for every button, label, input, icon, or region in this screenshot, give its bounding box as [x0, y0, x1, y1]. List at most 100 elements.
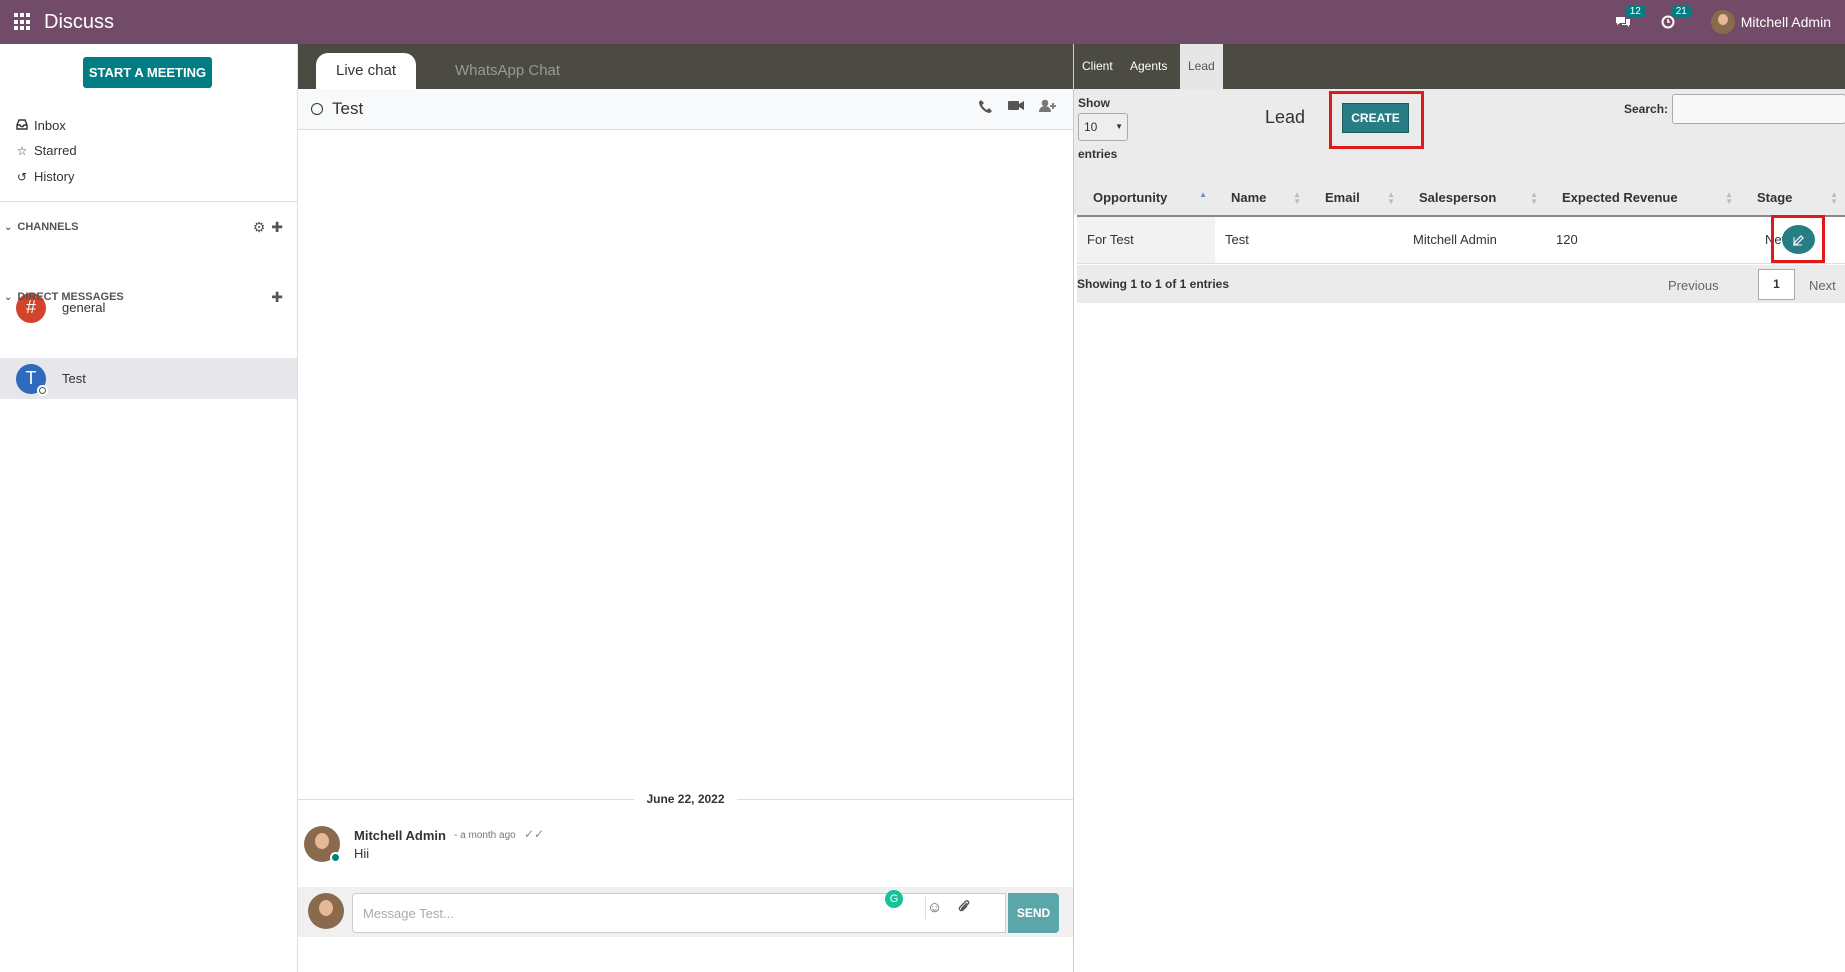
- apps-menu-icon[interactable]: [14, 13, 32, 31]
- sort-icon: ▲ ▼: [1725, 190, 1733, 206]
- column-name[interactable]: Name ▲ ▼: [1215, 179, 1309, 217]
- current-user-avatar: [308, 893, 344, 929]
- dm-label: Test: [62, 371, 86, 386]
- column-salesperson[interactable]: Salesperson ▲ ▼: [1403, 179, 1546, 217]
- message-input[interactable]: [352, 893, 1006, 933]
- message-body: Hii: [354, 846, 370, 861]
- leads-table: Opportunity ▲ Name ▲ ▼ Email ▲ ▼ Salesperson ▲…: [1077, 179, 1845, 264]
- composer-divider: [925, 897, 926, 919]
- add-user-icon[interactable]: [1039, 99, 1057, 119]
- send-button[interactable]: SEND: [1008, 893, 1059, 933]
- sort-asc-icon: ▲: [1199, 190, 1207, 199]
- cell-email: [1309, 216, 1403, 264]
- inbox-icon: [16, 118, 28, 133]
- thread-name: Test: [332, 99, 364, 118]
- channels-category[interactable]: ⌄ CHANNELS ⚙ ✚: [0, 217, 297, 237]
- activities-menu[interactable]: 21: [1661, 5, 1692, 29]
- start-meeting-button[interactable]: START A MEETING: [83, 57, 212, 88]
- search-label: Search:: [1624, 102, 1669, 116]
- create-lead-button[interactable]: CREATE: [1342, 103, 1409, 133]
- direct-messages-header: DIRECT MESSAGES: [17, 291, 124, 303]
- caret-down-icon: ▼: [1115, 122, 1123, 131]
- entries-label: entries: [1078, 147, 1118, 161]
- tab-lead[interactable]: Lead: [1180, 44, 1223, 89]
- column-opportunity[interactable]: Opportunity ▲: [1077, 179, 1215, 217]
- user-menu[interactable]: Mitchell Admin: [1710, 10, 1831, 34]
- show-label: Show: [1078, 96, 1110, 110]
- next-page-button[interactable]: Next: [1809, 278, 1836, 293]
- add-channel-icon[interactable]: ✚: [271, 219, 283, 236]
- sort-icon: ▲ ▼: [1530, 190, 1538, 206]
- phone-icon[interactable]: [978, 99, 993, 119]
- current-page-button[interactable]: 1: [1758, 269, 1795, 300]
- search-input[interactable]: [1672, 94, 1845, 124]
- tab-live-chat[interactable]: Live chat: [316, 53, 417, 89]
- previous-page-button[interactable]: Previous: [1668, 278, 1719, 293]
- emoji-icon[interactable]: ☺: [927, 899, 942, 917]
- offline-status-icon: [311, 103, 323, 115]
- message-date: - a month ago: [454, 830, 516, 841]
- history-icon: ↺: [16, 169, 28, 184]
- top-navbar: Discuss 12 21 Mitchell Admin: [0, 0, 1845, 44]
- activities-count-badge: 21: [1670, 5, 1692, 18]
- clock-icon: [1661, 15, 1675, 29]
- column-stage[interactable]: Stage ▲ ▼: [1741, 179, 1845, 217]
- video-camera-icon[interactable]: [1007, 99, 1025, 119]
- gear-icon[interactable]: ⚙: [253, 219, 266, 236]
- star-icon: ☆: [16, 143, 28, 158]
- sort-icon: ▲ ▼: [1387, 190, 1395, 206]
- panel-tabs: Client Agents Lead: [1074, 44, 1845, 89]
- chat-area: Live chat WhatsApp Chat Test June 22, 20…: [298, 44, 1073, 972]
- chevron-down-icon: ⌄: [4, 221, 13, 233]
- lead-panel: Client Agents Lead Show 10 ▼ entries Lea…: [1073, 44, 1845, 972]
- chat-tabs: Live chat WhatsApp Chat: [298, 44, 1073, 89]
- sidebar-item-history[interactable]: ↺ History: [16, 169, 74, 184]
- page-size-select[interactable]: 10 ▼: [1078, 113, 1128, 141]
- add-chat-icon[interactable]: ✚: [271, 289, 283, 306]
- message-composer: G ☺ SEND: [298, 887, 1073, 937]
- user-avatar: [1710, 10, 1735, 34]
- double-check-icon: ✓✓: [524, 827, 545, 841]
- sidebar-item-label: History: [34, 169, 75, 184]
- messages-count-badge: 12: [1624, 5, 1646, 18]
- sidebar-item-label: Starred: [34, 143, 77, 158]
- sort-icon: ▲ ▼: [1293, 190, 1301, 206]
- date-separator-label: June 22, 2022: [646, 792, 725, 806]
- cell-salesperson: Mitchell Admin: [1403, 216, 1546, 264]
- date-separator: June 22, 2022: [298, 789, 1073, 809]
- messaging-menu[interactable]: 12: [1615, 5, 1646, 29]
- table-footer: Showing 1 to 1 of 1 entries Previous 1 N…: [1077, 265, 1845, 303]
- cell-name: Test: [1215, 216, 1309, 264]
- panel-title: Lead: [1265, 107, 1306, 127]
- avatar: T: [16, 363, 48, 396]
- tab-client[interactable]: Client: [1074, 44, 1121, 89]
- sidebar-item-test[interactable]: T Test: [0, 358, 297, 399]
- edit-icon[interactable]: [1782, 225, 1815, 254]
- sort-icon: ▲ ▼: [1830, 190, 1838, 206]
- channels-header: CHANNELS: [17, 221, 79, 233]
- sidebar-item-label: Inbox: [34, 118, 66, 133]
- cell-opportunity: For Test: [1077, 216, 1215, 264]
- direct-messages-category[interactable]: ⌄ DIRECT MESSAGES ✚: [0, 287, 297, 307]
- user-name: Mitchell Admin: [1740, 14, 1831, 30]
- sidebar-item-inbox[interactable]: Inbox: [16, 118, 66, 133]
- page-size-value: 10: [1084, 120, 1098, 134]
- chat-message: Mitchell Admin - a month ago ✓✓ Hii: [304, 826, 1064, 876]
- message-author: Mitchell Admin: [354, 828, 446, 843]
- thread-header: Test: [298, 89, 1073, 130]
- discuss-sidebar: START A MEETING Inbox ☆ Starred ↺ Histor…: [0, 44, 298, 972]
- tab-whatsapp-chat[interactable]: WhatsApp Chat: [435, 53, 580, 89]
- sidebar-item-starred[interactable]: ☆ Starred: [16, 143, 77, 158]
- cell-expected-revenue: 120: [1546, 216, 1741, 264]
- column-expected-revenue[interactable]: Expected Revenue ▲ ▼: [1546, 179, 1741, 217]
- grammarly-icon[interactable]: G: [885, 890, 903, 908]
- sidebar-divider: [0, 201, 297, 202]
- table-row[interactable]: For Test Test Mitchell Admin 120 New: [1077, 216, 1845, 264]
- column-email[interactable]: Email ▲ ▼: [1309, 179, 1403, 217]
- offline-status-icon: [37, 384, 48, 396]
- chevron-down-icon: ⌄: [4, 291, 13, 303]
- tab-agents[interactable]: Agents: [1122, 44, 1175, 89]
- paperclip-icon[interactable]: [958, 899, 970, 917]
- table-info: Showing 1 to 1 of 1 entries: [1077, 277, 1230, 291]
- online-status-icon: [330, 852, 341, 863]
